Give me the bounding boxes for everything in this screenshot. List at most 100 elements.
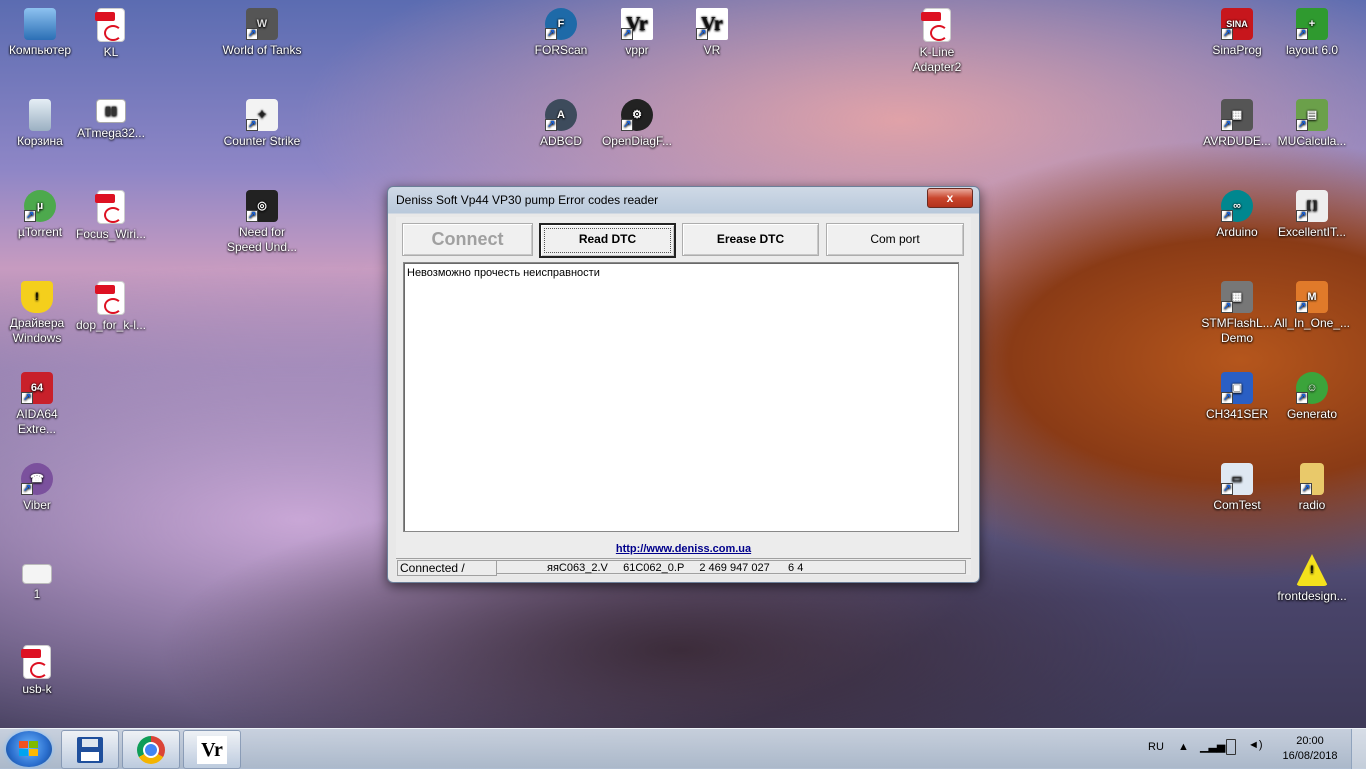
desktop-icon-label: OpenDiagF... <box>601 134 673 148</box>
desktop-icon-label: World of Tanks <box>222 43 302 57</box>
window-icon: ▭ <box>1221 463 1253 496</box>
desktop-icon-label: K-Line Adapter2 <box>912 45 962 74</box>
desktop-icon-radio[interactable]: radio <box>1272 463 1352 513</box>
desktop-icon-computer[interactable]: Компьютер <box>0 8 80 58</box>
pdf-file-icon <box>95 8 125 42</box>
desktop-icon-vr[interactable]: Vr VR <box>672 8 752 58</box>
desktop-icon-label: ComTest <box>1213 498 1261 512</box>
status-bar: Connected / яяC063_2.V 61C062_0.P 2 469 … <box>396 558 971 576</box>
desktop-icon-ch341ser[interactable]: ▣ CH341SER <box>1197 372 1277 422</box>
desktop-icon-label: ExcellentIT... <box>1277 225 1347 239</box>
desktop-icon-label: FORScan <box>534 43 588 57</box>
connect-button[interactable]: Connect <box>402 223 533 256</box>
floppy-disk-icon <box>77 736 103 763</box>
desktop-icon-world-of-tanks[interactable]: W World of Tanks <box>222 8 302 58</box>
desktop-icon-opendiag[interactable]: ⚙ OpenDiagF... <box>597 99 677 149</box>
desktop-icon-label: Arduino <box>1216 225 1258 239</box>
desktop-icon-aida64[interactable]: 64 AIDA64 Extre... <box>0 372 77 437</box>
pdf-file-icon <box>21 645 51 679</box>
recycle-bin-icon <box>29 99 51 131</box>
adbcd-icon: A <box>545 99 577 132</box>
desktop-icon-label: AVRDUDE... <box>1203 134 1271 148</box>
battery-icon[interactable] <box>1226 739 1236 755</box>
website-link[interactable]: http://www.deniss.com.ua <box>396 543 971 555</box>
desktop-icon-nfs[interactable]: ◎ Need for Speed Und... <box>222 190 302 255</box>
pdf-file-icon <box>95 281 125 315</box>
clock[interactable]: 20:00 16/08/2018 <box>1280 734 1340 764</box>
forscan-icon: F <box>545 8 577 41</box>
desktop-icon-label: dop_for_k-l... <box>75 318 147 332</box>
opendiag-icon: ⚙ <box>621 99 653 132</box>
desktop-icon-stmflash[interactable]: ▦ STMFlashL... Demo <box>1197 281 1277 346</box>
desktop-icon-kl[interactable]: KL <box>71 8 151 60</box>
computer-icon <box>24 8 56 40</box>
desktop-icon-label: AIDA64 Extre... <box>16 407 58 436</box>
taskbar-floppy[interactable] <box>61 730 119 769</box>
desktop-icon-label: Generato <box>1286 407 1338 421</box>
desktop-icon-kline-adapter2[interactable]: K-Line Adapter2 <box>897 8 977 75</box>
desktop-icon-sinaprog[interactable]: SINA SinaProg <box>1197 8 1277 58</box>
start-button[interactable] <box>6 731 52 767</box>
vr-app-icon: Vr <box>197 735 227 764</box>
desktop-icon-utorrent[interactable]: µ µTorrent <box>0 190 80 240</box>
desktop-icon-label: VR <box>703 43 721 57</box>
desktop-icon-mucalculator[interactable]: ▤ MUCalcula... <box>1272 99 1352 149</box>
desktop-icon-focus-wiring[interactable]: Focus_Wiri... <box>71 190 151 242</box>
window-client-area: Connect Read DTC Erease DTC Com port Нев… <box>396 217 971 576</box>
generator-icon: ☺ <box>1296 372 1328 405</box>
network-signal-icon[interactable]: ▁▃▅ <box>1200 740 1225 753</box>
desktop-icon-label: usb-k <box>22 682 52 696</box>
desktop-icon-layout[interactable]: + layout 6.0 <box>1272 8 1352 58</box>
desktop-icon-avrdude[interactable]: ▦ AVRDUDE... <box>1197 99 1277 149</box>
output-textarea[interactable]: Невозможно прочесть неисправности <box>403 262 959 532</box>
connection-status: Connected / <box>397 560 497 576</box>
desktop-icon-frontdesign[interactable]: ! frontdesign... <box>1272 554 1352 604</box>
vr-app-icon: Vr <box>621 8 653 41</box>
desktop-icon-label: µTorrent <box>17 225 63 239</box>
window-titlebar[interactable]: Deniss Soft Vp44 VP30 pump Error codes r… <box>388 187 979 213</box>
clock-date: 16/08/2018 <box>1282 750 1338 762</box>
com-port-button[interactable]: Com port <box>826 223 964 256</box>
desktop-icon-atmega32[interactable]: ▮▮ ATmega32... <box>71 99 151 141</box>
desktop-icon-label: radio <box>1298 498 1326 512</box>
taskbar-vr-app[interactable]: Vr <box>183 730 241 769</box>
desktop-icon-label: ATmega32... <box>77 126 145 140</box>
volume-icon[interactable]: ◄) <box>1248 739 1263 751</box>
desktop-icon-usb-k[interactable]: usb-k <box>0 645 77 697</box>
close-button[interactable]: x <box>927 188 973 208</box>
output-text: Невозможно прочесть неисправности <box>407 267 600 279</box>
desktop-icon-generator[interactable]: ☺ Generato <box>1272 372 1352 422</box>
desktop-icon-recycle-bin[interactable]: Корзина <box>0 99 80 149</box>
desktop-icon-label: Need for Speed Und... <box>226 225 298 254</box>
desktop-icon-comtest[interactable]: ▭ ComTest <box>1197 463 1277 513</box>
chip-icon: ▦ <box>1221 281 1253 314</box>
erease-dtc-button[interactable]: Erease DTC <box>682 223 819 256</box>
arduino-icon: ∞ <box>1221 190 1253 223</box>
desktop-icon-counter-strike[interactable]: ✦ Counter Strike <box>222 99 302 149</box>
close-icon: x <box>946 191 954 205</box>
desktop-icon-file-1[interactable]: 1 <box>0 564 77 602</box>
read-dtc-button[interactable]: Read DTC <box>539 223 676 258</box>
desktop-icon-excellentit[interactable]: ⟦⟧ ExcellentIT... <box>1272 190 1352 240</box>
show-hidden-icons-button[interactable]: ▲ <box>1178 741 1189 753</box>
desktop-icon-all-in-one[interactable]: M All_In_One_... <box>1272 281 1352 331</box>
desktop-icon-label: Focus_Wiri... <box>75 227 146 241</box>
desktop-icon-label: Компьютер <box>8 43 72 57</box>
desktop-icon-arduino[interactable]: ∞ Arduino <box>1197 190 1277 240</box>
show-desktop-button[interactable] <box>1351 729 1366 769</box>
device-info-status: яяC063_2.V 61C062_0.P 2 469 947 027 6 4 <box>496 560 966 574</box>
language-indicator[interactable]: RU <box>1148 741 1164 753</box>
taskbar-chrome[interactable] <box>122 730 180 769</box>
app-window: Deniss Soft Vp44 VP30 pump Error codes r… <box>387 186 980 583</box>
desktop-icon-drivers[interactable]: ! Драйвера Windows <box>0 281 77 346</box>
shield-icon: ! <box>21 281 53 313</box>
desktop-icon-label: STMFlashL... Demo <box>1201 316 1273 345</box>
desktop-icon-label: vppr <box>625 43 649 57</box>
desktop-icon-dop-for-kl[interactable]: dop_for_k-l... <box>71 281 151 333</box>
taskbar: Vr RU ▲ ▁▃▅ ◄) 20:00 16/08/2018 <box>0 728 1366 769</box>
desktop-icon-viber[interactable]: ☎ Viber <box>0 463 77 513</box>
desktop-icon-forscan[interactable]: F FORScan <box>521 8 601 58</box>
desktop-icon-vppr[interactable]: Vr vppr <box>597 8 677 58</box>
sinaprog-icon: SINA <box>1221 8 1253 41</box>
desktop-icon-adbcd[interactable]: A ADBCD <box>521 99 601 149</box>
